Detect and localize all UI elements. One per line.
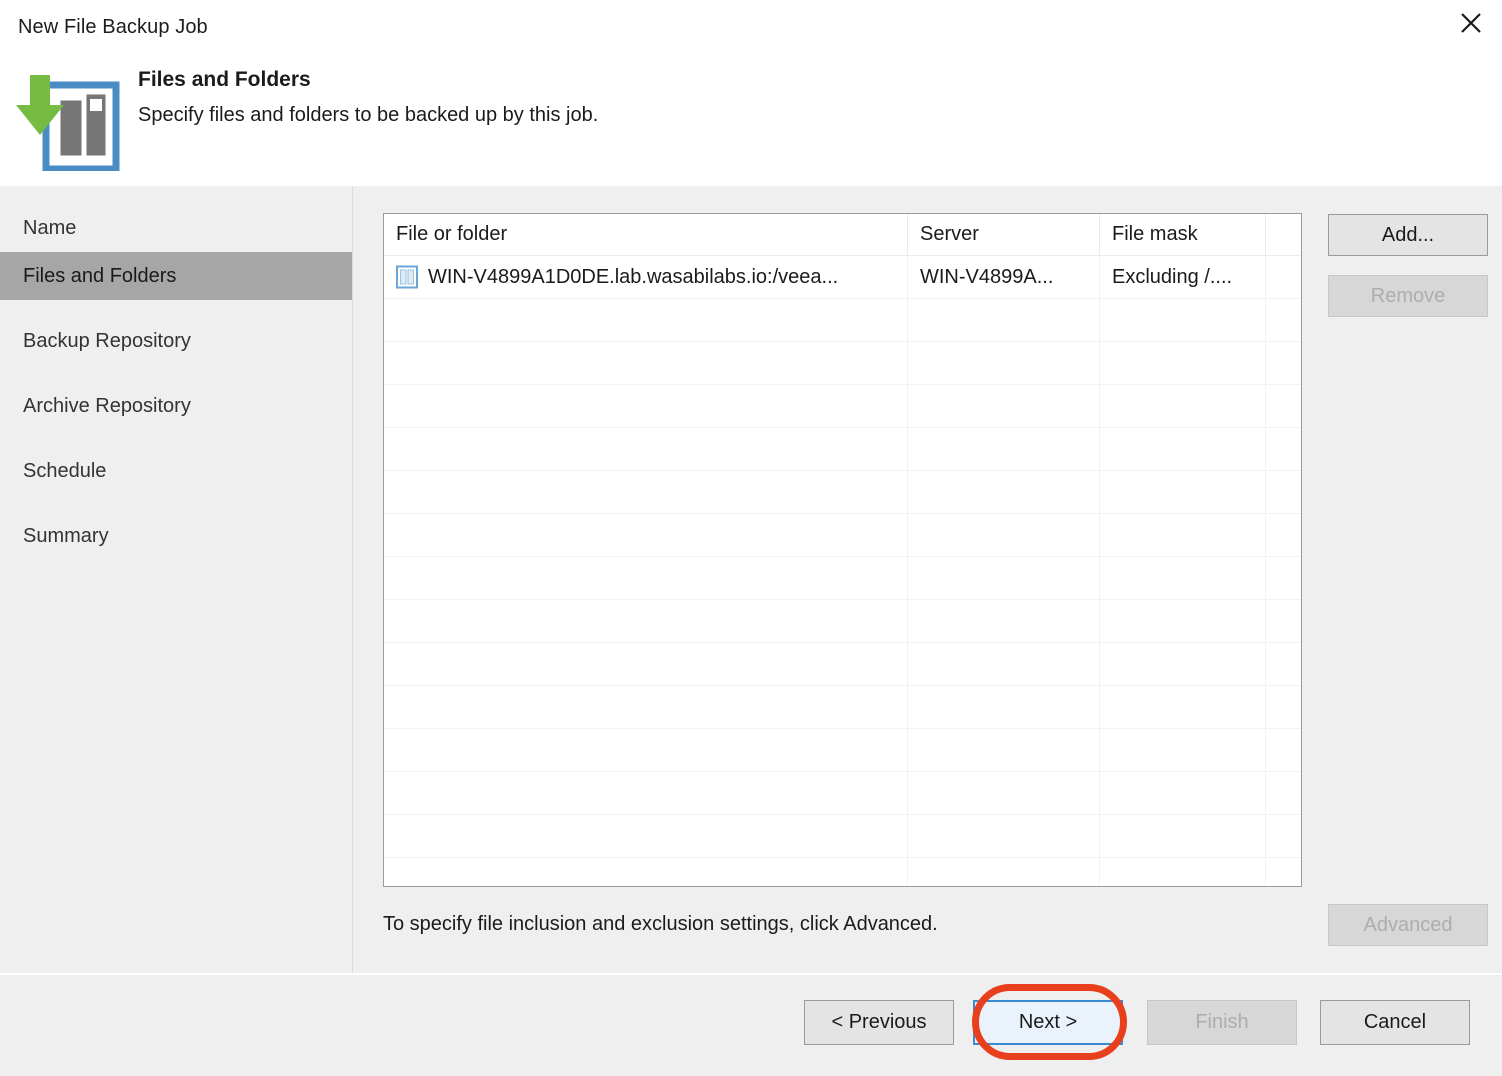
table-row[interactable]: WIN-V4899A1D0DE.lab.wasabilabs.io:/veea.… bbox=[384, 256, 1301, 299]
file-server-icon bbox=[396, 265, 418, 289]
grid-empty-row bbox=[384, 772, 1301, 815]
grid-empty-row bbox=[384, 643, 1301, 686]
sidebar-item-archive-repository[interactable]: Archive Repository bbox=[0, 382, 352, 430]
sidebar-item-label: Name bbox=[23, 216, 77, 239]
add-button[interactable]: Add... bbox=[1328, 214, 1488, 256]
cell-extra[interactable] bbox=[1266, 256, 1301, 298]
column-header-extra[interactable] bbox=[1266, 214, 1301, 255]
cancel-button[interactable]: Cancel bbox=[1320, 1000, 1470, 1045]
wizard-steps-sidebar: Name Files and Folders Backup Repository… bbox=[0, 186, 353, 973]
header-title: Files and Folders bbox=[138, 68, 311, 91]
advanced-hint-text: To specify file inclusion and exclusion … bbox=[383, 913, 938, 935]
header-subtitle: Specify files and folders to be backed u… bbox=[138, 104, 599, 126]
finish-button: Finish bbox=[1147, 1000, 1297, 1045]
grid-body: WIN-V4899A1D0DE.lab.wasabilabs.io:/veea.… bbox=[384, 256, 1301, 886]
sidebar-item-label: Schedule bbox=[23, 459, 107, 482]
cell-file-or-folder[interactable]: WIN-V4899A1D0DE.lab.wasabilabs.io:/veea.… bbox=[384, 256, 908, 298]
grid-empty-row bbox=[384, 815, 1301, 858]
previous-button[interactable]: < Previous bbox=[804, 1000, 954, 1045]
sidebar-item-label: Backup Repository bbox=[23, 329, 191, 352]
files-and-folders-backup-icon bbox=[16, 63, 124, 173]
files-and-folders-grid[interactable]: File or folder Server File mask WIN-V489… bbox=[383, 213, 1302, 887]
sidebar-item-files-and-folders[interactable]: Files and Folders bbox=[0, 252, 352, 300]
close-icon[interactable] bbox=[1440, 0, 1502, 46]
grid-empty-row bbox=[384, 428, 1301, 471]
grid-empty-row bbox=[384, 557, 1301, 600]
sidebar-item-label: Files and Folders bbox=[23, 264, 177, 287]
grid-empty-row bbox=[384, 299, 1301, 342]
new-file-backup-job-dialog: New File Backup Job Files and Folders Sp… bbox=[0, 0, 1502, 1076]
cell-file-mask[interactable]: Excluding /.... bbox=[1100, 256, 1266, 298]
sidebar-item-schedule[interactable]: Schedule bbox=[0, 447, 352, 495]
column-header-server[interactable]: Server bbox=[908, 214, 1100, 255]
next-button[interactable]: Next > bbox=[973, 1000, 1123, 1045]
grid-empty-row bbox=[384, 600, 1301, 643]
dialog-header: New File Backup Job Files and Folders Sp… bbox=[0, 0, 1502, 186]
cell-text: WIN-V4899A1D0DE.lab.wasabilabs.io:/veea.… bbox=[428, 265, 839, 288]
remove-button: Remove bbox=[1328, 275, 1488, 317]
grid-header-row: File or folder Server File mask bbox=[384, 214, 1301, 256]
advanced-button: Advanced bbox=[1328, 904, 1488, 946]
dialog-content: File or folder Server File mask WIN-V489… bbox=[353, 186, 1502, 973]
sidebar-item-backup-repository[interactable]: Backup Repository bbox=[0, 317, 352, 365]
dialog-footer: < Previous Next > Finish Cancel bbox=[0, 973, 1502, 1076]
sidebar-item-label: Summary bbox=[23, 524, 109, 547]
grid-empty-row bbox=[384, 686, 1301, 729]
column-header-file-mask[interactable]: File mask bbox=[1100, 214, 1266, 255]
sidebar-item-summary[interactable]: Summary bbox=[0, 512, 352, 560]
grid-empty-row bbox=[384, 729, 1301, 772]
grid-empty-row bbox=[384, 514, 1301, 557]
grid-empty-row bbox=[384, 342, 1301, 385]
sidebar-item-label: Archive Repository bbox=[23, 394, 191, 417]
dialog-title: New File Backup Job bbox=[18, 16, 208, 38]
sidebar-item-name[interactable]: Name bbox=[0, 204, 352, 252]
column-header-file-or-folder[interactable]: File or folder bbox=[384, 214, 908, 255]
grid-empty-row bbox=[384, 385, 1301, 428]
grid-empty-row bbox=[384, 471, 1301, 514]
dialog-body: Name Files and Folders Backup Repository… bbox=[0, 186, 1502, 973]
cell-server[interactable]: WIN-V4899A... bbox=[908, 256, 1100, 298]
grid-empty-row bbox=[384, 858, 1301, 886]
